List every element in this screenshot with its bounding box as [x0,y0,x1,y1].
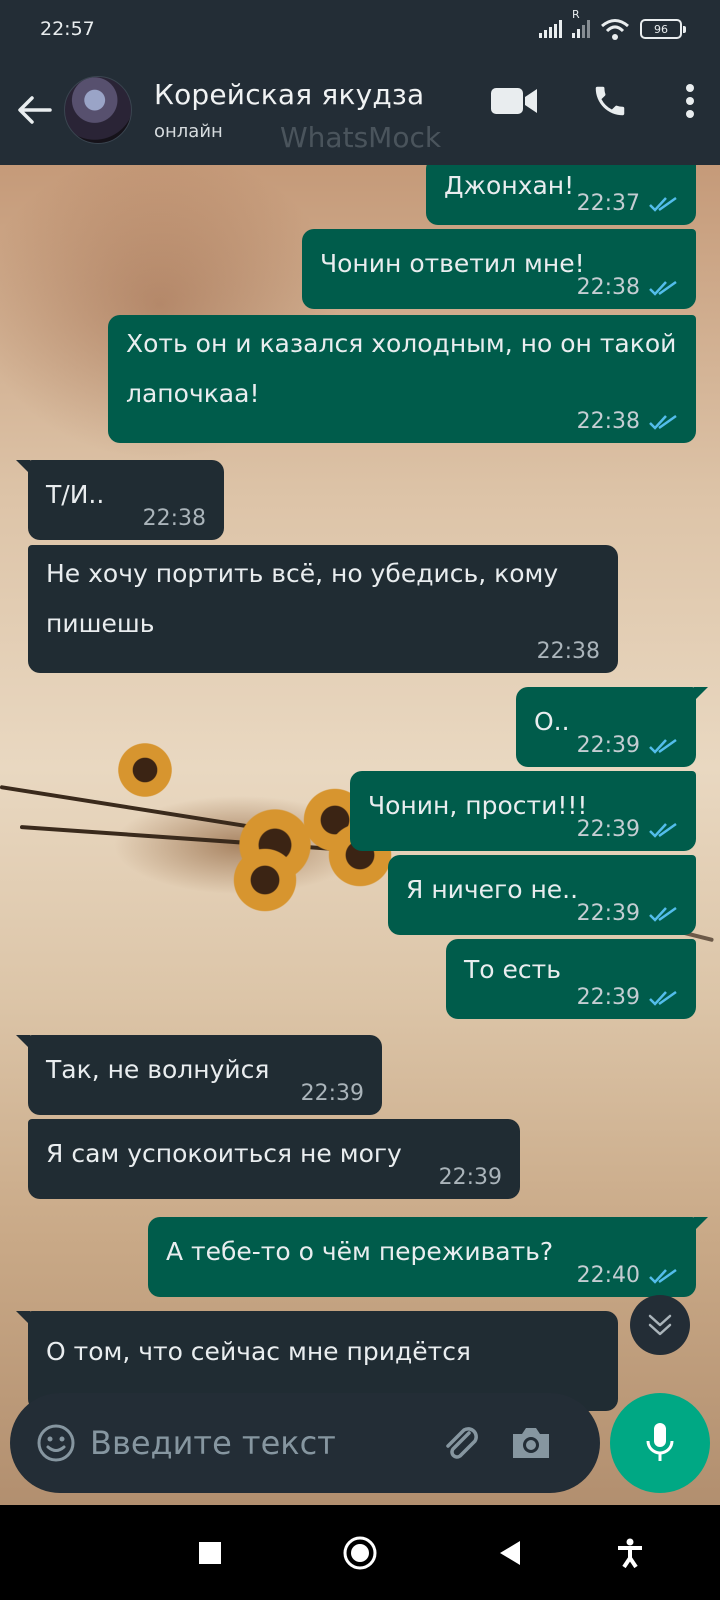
header-actions [488,75,700,127]
paperclip-icon [446,1427,478,1459]
message-meta: 22:38 [577,409,678,435]
message-bubble-outgoing[interactable]: Хоть он и казался холодным, но он такой … [108,315,696,443]
circle-icon [343,1536,377,1570]
read-ticks-icon [649,1268,677,1284]
read-ticks-icon [649,906,677,922]
more-options-button[interactable] [680,75,700,127]
message-meta: 22:39 [439,1165,502,1191]
wallpaper-flower [115,740,175,800]
microphone-icon [646,1423,674,1461]
message-bubble-incoming[interactable]: Т/И.. 22:38 [16,460,224,540]
read-ticks-icon [649,414,677,430]
signal-icon [539,20,562,38]
message-meta: 22:39 [577,901,678,927]
message-bubble-outgoing[interactable]: Чонин, прости!!! 22:39 [350,771,696,851]
signal-roaming-label: R [572,8,580,21]
battery-level: 96 [654,22,668,36]
message-bubble-outgoing[interactable]: То есть 22:39 [446,939,696,1019]
message-meta: 22:39 [301,1081,364,1107]
camera-button[interactable] [506,1418,556,1468]
message-meta: 22:37 [577,191,678,217]
video-call-icon [491,88,537,114]
emoji-icon [37,1424,75,1462]
message-time: 22:38 [536,639,600,664]
accessibility-button[interactable] [610,1533,650,1573]
square-icon [199,1542,221,1564]
message-time: 22:39 [576,901,640,926]
emoji-button[interactable] [32,1419,80,1467]
attach-button[interactable] [436,1418,486,1468]
wallpaper-flower [230,845,300,915]
more-options-icon [686,84,694,118]
message-meta: 22:39 [577,985,678,1011]
message-meta: 22:40 [577,1263,678,1289]
message-input[interactable] [90,1424,430,1462]
triangle-back-icon [500,1541,520,1565]
message-meta: 22:38 [577,275,678,301]
message-bubble-outgoing[interactable]: Джонхан! 22:37 [426,165,696,225]
message-bubble-incoming[interactable]: Я сам успокоиться не могу 22:39 [28,1119,520,1199]
read-ticks-icon [649,280,677,296]
message-bubble-outgoing[interactable]: Чонин ответил мне! 22:38 [302,229,696,309]
message-meta: 22:39 [577,733,678,759]
home-button[interactable] [340,1533,380,1573]
status-time: 22:57 [40,18,95,40]
chat-header: Корейская якудза онлайн WhatsMock [0,55,720,165]
status-icons: R 96 [539,8,686,40]
message-text: Я сам успокоиться не могу [46,1139,402,1168]
camera-icon [513,1428,549,1458]
wifi-icon [601,19,629,40]
read-ticks-icon [649,196,677,212]
scroll-to-bottom-button[interactable] [630,1295,690,1355]
read-ticks-icon [649,990,677,1006]
message-composer [10,1393,600,1493]
watermark: WhatsMock [280,121,442,154]
message-meta: 22:38 [143,506,206,532]
message-time: 22:39 [300,1081,364,1106]
status-bar: 22:57 R 96 [0,0,720,58]
back-button[interactable] [4,80,64,140]
video-call-button[interactable] [488,75,540,127]
contact-name: Корейская якудза [154,78,425,111]
avatar[interactable] [64,76,132,144]
message-time: 22:39 [576,733,640,758]
message-time: 22:40 [576,1263,640,1288]
message-bubble-outgoing[interactable]: А тебе-то о чём переживать? 22:40 [148,1217,708,1297]
message-bubble-incoming[interactable]: Не хочу портить всё, но убедись, кому пи… [28,545,618,673]
message-meta: 22:39 [577,817,678,843]
read-ticks-icon [649,738,677,754]
signal-roaming-icon: R [572,8,590,38]
back-arrow-icon [18,96,52,124]
recents-button[interactable] [190,1533,230,1573]
battery-icon: 96 [640,19,686,39]
accessibility-icon [618,1538,642,1568]
chat-area[interactable]: Джонхан! 22:37 Чонин ответил мне! 22:38 … [0,165,720,1505]
voice-record-button[interactable] [610,1393,710,1493]
read-ticks-icon [649,822,677,838]
message-time: 22:39 [576,817,640,842]
message-bubble-incoming[interactable]: Так, не волнуйся 22:39 [16,1035,382,1115]
phone-icon [595,86,625,116]
message-bubble-outgoing[interactable]: Я ничего не.. 22:39 [388,855,696,935]
system-navigation-bar [0,1505,720,1600]
message-time: 22:39 [438,1165,502,1190]
double-chevron-down-icon [648,1314,672,1336]
message-time: 22:38 [576,409,640,434]
message-text: О том, что сейчас мне придётся [46,1337,471,1366]
back-nav-button[interactable] [490,1533,530,1573]
message-time: 22:39 [576,985,640,1010]
message-bubble-outgoing[interactable]: О.. 22:39 [516,687,708,767]
voice-call-button[interactable] [584,75,636,127]
message-text: Хоть он и казался холодным, но он такой … [126,329,677,408]
message-text: Не хочу портить всё, но убедись, кому пи… [46,559,559,638]
message-time: 22:38 [142,506,206,531]
message-time: 22:37 [576,191,640,216]
message-meta: 22:38 [537,639,600,665]
message-time: 22:38 [576,275,640,300]
